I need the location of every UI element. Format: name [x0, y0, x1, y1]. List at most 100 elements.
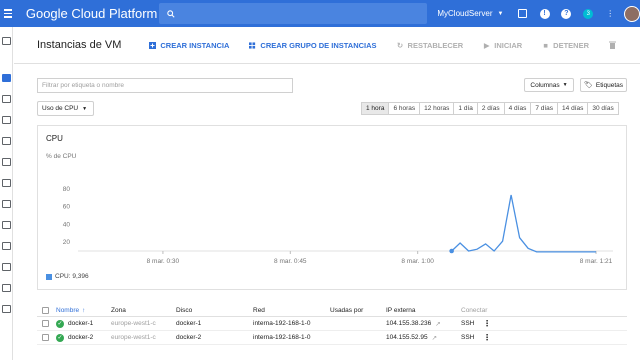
time-range-button[interactable]: 2 días	[478, 103, 505, 114]
series-line-cpu[interactable]	[451, 194, 596, 253]
help-icon[interactable]: ?	[560, 8, 572, 20]
search-icon	[167, 9, 175, 18]
sidebar-item-networks[interactable]	[2, 200, 11, 208]
sidebar-item-health-checks[interactable]	[2, 242, 11, 250]
network-cell[interactable]: interna-192-168-1-0	[253, 317, 310, 330]
delete-button[interactable]	[609, 41, 620, 49]
chevron-down-icon: ▼	[562, 82, 568, 88]
brand-title[interactable]: Google Cloud Platform	[26, 6, 158, 21]
time-range-button[interactable]: 30 días	[588, 103, 617, 114]
x-tick-label: 8 mar. 1:00	[401, 258, 434, 265]
project-selector[interactable]: MyCloudServer ▼	[437, 9, 506, 18]
cpu-chart: 20 40 60 80 8 mar. 0:30 8 mar. 0:45 8 mar. 1:0…	[37, 125, 627, 290]
row-checkbox[interactable]	[42, 317, 49, 330]
select-all-checkbox[interactable]	[42, 304, 49, 317]
instance-name-cell[interactable]: ✓ docker-2	[56, 331, 93, 344]
chart-title: CPU	[46, 134, 63, 143]
reset-button[interactable]: ↻ RESTABLECER	[396, 40, 464, 50]
instance-name-cell[interactable]: ✓ docker-1	[56, 317, 93, 330]
disk-cell[interactable]: docker-1	[176, 317, 201, 330]
top-bar: Google Cloud Platform MyCloudServer ▼ ! …	[0, 0, 640, 27]
y-tick-label: 60	[63, 204, 71, 211]
external-link-icon[interactable]: ↗	[432, 334, 437, 342]
sidebar-item-images[interactable]	[2, 179, 11, 187]
page-header: Instancias de VM CREAR INSTANCIA CREAR G…	[14, 27, 640, 64]
sidebar-item-snapshots[interactable]	[2, 158, 11, 166]
filter-input[interactable]: Filtrar por etiqueta o nombre	[37, 78, 293, 93]
alert-icon[interactable]: !	[539, 8, 551, 20]
metric-select-value: Uso de CPU	[42, 105, 79, 112]
project-name: MyCloudServer	[437, 9, 493, 18]
menu-icon[interactable]	[4, 0, 18, 27]
zone-cell: europe-west1-c	[111, 320, 156, 327]
tags-button[interactable]: 🏷 Etiquetas	[580, 78, 627, 92]
tags-label: Etiquetas	[595, 81, 623, 89]
more-vert-icon[interactable]: ⋮	[604, 8, 616, 20]
external-ip-value: 104.155.38.236	[386, 320, 432, 327]
status-ok-icon: ✓	[56, 333, 64, 342]
metric-select[interactable]: Uso de CPU ▼	[37, 101, 94, 116]
sidebar-item-quotas[interactable]	[2, 305, 11, 313]
sort-arrow-icon: ↑	[82, 307, 86, 314]
time-range-button[interactable]: 7 días	[531, 103, 559, 114]
external-link-icon[interactable]: ↗	[435, 320, 440, 328]
columns-label: Columnas	[530, 81, 560, 89]
chevron-down-icon: ▼	[82, 105, 88, 112]
notifications-icon[interactable]: 3	[582, 8, 594, 20]
refresh-icon: ↻	[396, 40, 404, 50]
chevron-down-icon: ▼	[497, 10, 504, 17]
legend-label: CPU: 9,396	[55, 273, 89, 280]
reset-label: RESTABLECER	[407, 40, 464, 50]
ssh-button[interactable]: SSH	[461, 317, 474, 330]
column-header-disk[interactable]: Disco	[176, 304, 192, 317]
group-icon	[249, 41, 256, 49]
stop-button[interactable]: ■ DETENER	[542, 41, 589, 50]
time-range-button[interactable]: 1 hora	[362, 103, 390, 114]
status-ok-icon: ✓	[56, 319, 64, 328]
tag-icon: 🏷	[584, 82, 593, 89]
network-cell[interactable]: interna-192-168-1-0	[253, 331, 310, 344]
ssh-button[interactable]: SSH	[461, 331, 474, 344]
instance-name: docker-1	[68, 320, 94, 327]
search-input[interactable]	[158, 3, 428, 24]
sidebar-item-vm-instances[interactable]	[2, 74, 11, 82]
time-range-button[interactable]: 14 días	[558, 103, 589, 114]
sidebar-item-metadata[interactable]	[2, 221, 11, 229]
sidebar-item-templates[interactable]	[2, 116, 11, 124]
console-icon[interactable]	[517, 8, 529, 20]
instance-name: docker-2	[68, 334, 94, 341]
trash-icon	[609, 41, 616, 49]
columns-button[interactable]: Columnas ▼	[524, 78, 574, 92]
create-instance-button[interactable]: CREAR INSTANCIA	[149, 41, 229, 50]
stop-label: DETENER	[553, 40, 589, 50]
disk-cell[interactable]: docker-2	[176, 331, 201, 344]
create-group-label: CREAR GRUPO DE INSTANCIAS	[260, 40, 377, 50]
compute-engine-icon[interactable]	[2, 37, 11, 45]
table-row[interactable]: ✓ docker-2 europe-west1-c docker-2 interna-1…	[37, 331, 627, 345]
sidebar-item-zones[interactable]	[2, 263, 11, 271]
column-header-name[interactable]: Nombre ↑	[56, 304, 85, 317]
column-header-used-by[interactable]: Usadas por	[330, 304, 363, 317]
external-ip-cell: 104.155.52.95 ↗	[386, 331, 437, 344]
start-button[interactable]: ▶ INICIAR	[483, 41, 522, 50]
series-start-point	[449, 248, 454, 254]
avatar[interactable]	[624, 5, 640, 22]
table-header-row: Nombre ↑ Zona Disco Red Usadas por IP ex…	[37, 304, 627, 317]
time-range-button[interactable]: 12 horas	[420, 103, 455, 114]
more-vert-icon[interactable]: ⋮	[483, 331, 491, 344]
create-instance-group-button[interactable]: CREAR GRUPO DE INSTANCIAS	[249, 40, 377, 50]
add-icon	[149, 41, 157, 49]
time-range-button[interactable]: 6 horas	[389, 103, 421, 114]
more-vert-icon[interactable]: ⋮	[483, 317, 491, 330]
sidebar-item-disks[interactable]	[2, 137, 11, 145]
row-checkbox[interactable]	[42, 331, 49, 344]
start-label: INICIAR	[494, 40, 523, 50]
time-range-button[interactable]: 4 días	[505, 103, 532, 114]
table-row[interactable]: ✓ docker-1 europe-west1-c docker-1 interna-1…	[37, 317, 627, 331]
column-header-network[interactable]: Red	[253, 304, 265, 317]
time-range-button[interactable]: 1 día	[454, 103, 478, 114]
sidebar-item-instance-groups[interactable]	[2, 95, 11, 103]
column-header-zone[interactable]: Zona	[111, 304, 126, 317]
column-header-external-ip[interactable]: IP externa	[386, 304, 416, 317]
sidebar-item-operations[interactable]	[2, 284, 11, 292]
